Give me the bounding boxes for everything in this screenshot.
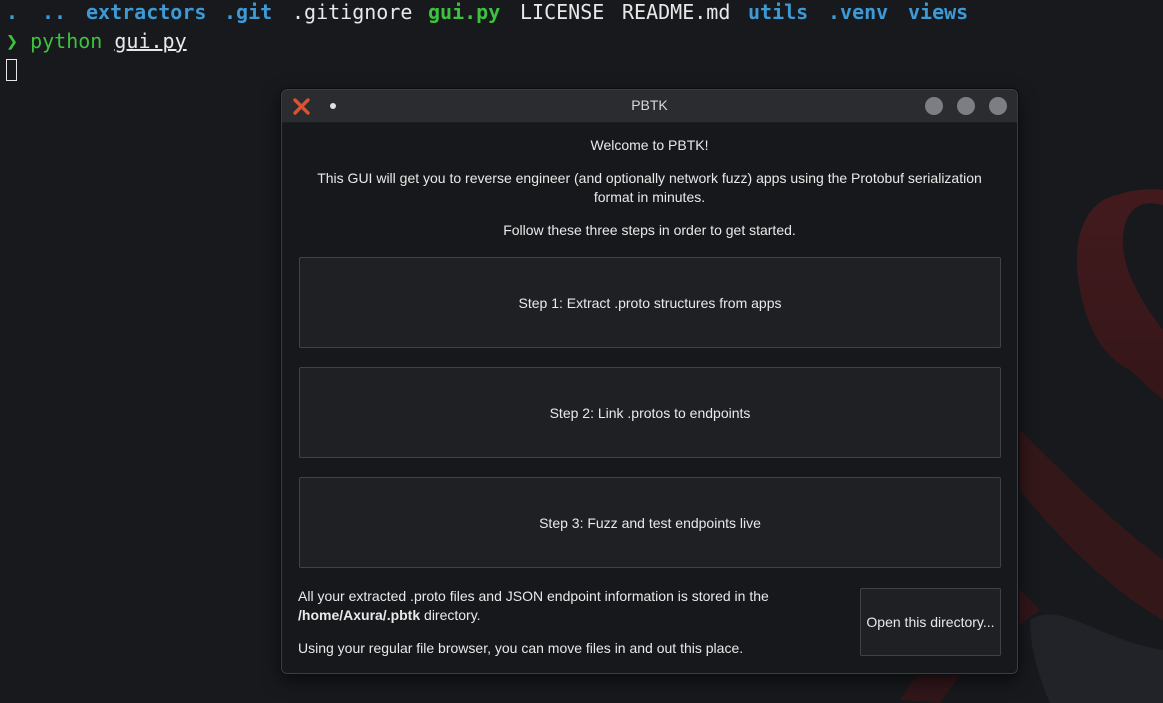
- welcome-heading: Welcome to PBTK!: [590, 137, 709, 153]
- follow-text: Follow these three steps in order to get…: [503, 222, 796, 238]
- ls-entry: .git: [224, 0, 273, 24]
- minimize-button[interactable]: [925, 97, 943, 115]
- command-line: ❯ python gui.py: [6, 27, 187, 55]
- ls-entry: extractors: [86, 0, 207, 24]
- open-directory-button[interactable]: Open this directory...: [860, 588, 1001, 656]
- storage-info-prefix: All your extracted .proto files and JSON…: [298, 588, 769, 604]
- window-close-button[interactable]: [989, 97, 1007, 115]
- intro-text: This GUI will get you to reverse enginee…: [317, 170, 982, 205]
- ls-entry: ..: [42, 0, 67, 24]
- titlebar[interactable]: PBTK: [282, 90, 1017, 123]
- ls-entry: gui.py: [428, 0, 501, 24]
- storage-path: /home/Axura/.pbtk: [298, 607, 421, 623]
- ls-entry: .: [6, 0, 19, 24]
- ls-entry: views: [908, 0, 969, 24]
- ls-entry: README.md: [622, 0, 731, 24]
- maximize-button[interactable]: [957, 97, 975, 115]
- ls-entry: .gitignore: [292, 0, 413, 24]
- storage-info-text: All your extracted .proto files and JSON…: [298, 587, 838, 625]
- step-1-button[interactable]: Step 1: Extract .proto structures from a…: [299, 257, 1001, 348]
- ls-entry: .venv: [828, 0, 889, 24]
- pbtk-window[interactable]: PBTK Welcome to PBTK! This GUI will get …: [281, 89, 1018, 674]
- prompt-symbol: ❯: [6, 29, 19, 53]
- command-name: python: [30, 29, 103, 53]
- window-content: Welcome to PBTK! This GUI will get you t…: [282, 123, 1017, 673]
- file-browser-text: Using your regular file browser, you can…: [298, 640, 744, 656]
- storage-info-suffix: directory.: [424, 607, 481, 623]
- ls-entry: utils: [748, 0, 809, 24]
- step-3-button[interactable]: Step 3: Fuzz and test endpoints live: [299, 477, 1001, 568]
- text-cursor: [6, 59, 17, 81]
- step-2-button[interactable]: Step 2: Link .protos to endpoints: [299, 367, 1001, 458]
- window-title: PBTK: [631, 97, 668, 113]
- ls-entry: LICENSE: [520, 0, 605, 24]
- command-argument: gui.py: [114, 29, 187, 53]
